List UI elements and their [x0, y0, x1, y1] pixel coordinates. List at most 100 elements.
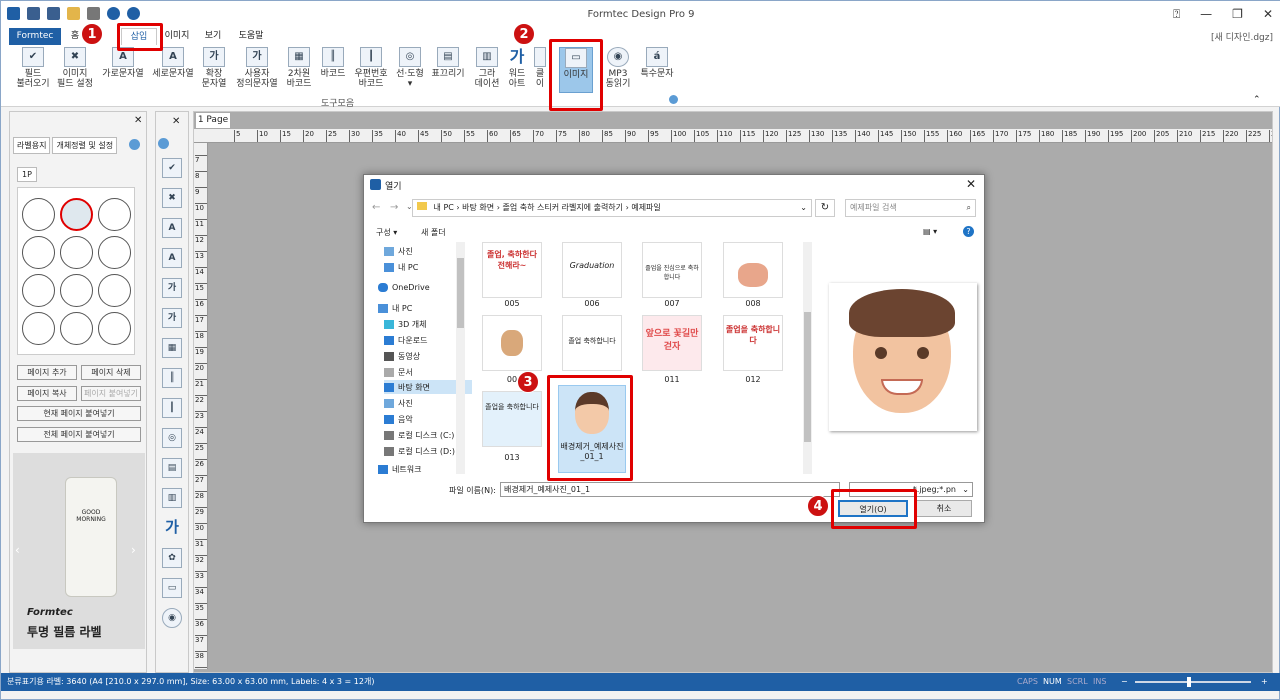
nav-item-onedrive[interactable]: OneDrive [378, 280, 466, 294]
file-thumb-006[interactable]: Graduation [562, 242, 622, 298]
panel-next-icon[interactable] [129, 139, 140, 150]
file-name-008[interactable]: 008 [723, 299, 783, 308]
dialog-close-icon[interactable]: ✕ [966, 177, 976, 191]
search-input[interactable]: 예제파일 검색 ⌕ [845, 199, 976, 217]
file-thumb-011[interactable]: 앞으로 꽃길만 걷자 [642, 315, 702, 371]
barcode-button[interactable]: ║ 바코드 [319, 47, 347, 79]
label-circle[interactable] [98, 274, 131, 307]
label-circle[interactable] [98, 312, 131, 345]
address-bar[interactable]: 내 PC › 바탕 화면 › 졸업 축하 스티커 라벨지에 출력하기 › 예제파… [412, 199, 812, 217]
file-list-scrollbar[interactable] [803, 242, 812, 474]
file-thumb-007[interactable]: 졸업을 진심으로 축하합니다 [642, 242, 702, 298]
file-name-005[interactable]: 005 [482, 299, 542, 308]
breadcrumb-desktop[interactable]: 바탕 화면 [462, 203, 494, 212]
toolbar-toggle-icon[interactable] [158, 138, 169, 149]
close-toolbar-icon[interactable]: ✕ [172, 116, 180, 127]
label-circle[interactable] [22, 274, 55, 307]
special-char-button[interactable]: á 특수문자 [639, 47, 675, 79]
custom-text-button[interactable]: 가 사용자 정의문자열 [235, 47, 279, 89]
nav-item-mypc[interactable]: 내 PC [378, 301, 466, 315]
table-tool-icon[interactable]: ▤ [162, 458, 182, 478]
label-circle[interactable] [98, 198, 131, 231]
label-circle[interactable] [22, 198, 55, 231]
qr-code-tool-icon[interactable]: ▦ [162, 338, 182, 358]
minimize-button[interactable]: — [1200, 7, 1212, 22]
zoom-in-icon[interactable]: + [1261, 673, 1268, 691]
gradation-tool-icon[interactable]: ▥ [162, 488, 182, 508]
collapse-ribbon-icon[interactable]: ⌃ [1253, 95, 1261, 105]
nav-scroll-thumb[interactable] [457, 258, 464, 328]
gradation-button[interactable]: ▥ 그라 데이션 [473, 47, 501, 89]
breadcrumb-current[interactable]: 예제파일 [631, 203, 660, 212]
label-circle[interactable] [60, 312, 93, 345]
field-tool-icon[interactable]: ✔ [162, 158, 182, 178]
zoom-thumb[interactable] [1187, 677, 1191, 687]
breadcrumb-mypc[interactable]: 내 PC [434, 203, 454, 212]
label-circle[interactable] [22, 312, 55, 345]
paste-page-button[interactable]: 페이지 붙여넣기 [81, 386, 141, 401]
image-tool-icon[interactable]: ▭ [162, 578, 182, 598]
postal-barcode-button[interactable]: ┃ 우편번호 바코드 [353, 47, 389, 89]
label-circle[interactable] [98, 236, 131, 269]
file-name-011[interactable]: 011 [642, 375, 702, 384]
restore-button[interactable]: ❐ [1232, 7, 1243, 22]
nav-item-network[interactable]: 네트워크 [378, 462, 466, 476]
copy-page-button[interactable]: 페이지 복사 [17, 386, 77, 401]
tab-view[interactable]: 보기 [201, 28, 225, 45]
label-circle[interactable] [60, 274, 93, 307]
postal-barcode-tool-icon[interactable]: ┃ [162, 398, 182, 418]
file-name-007[interactable]: 007 [642, 299, 702, 308]
group-expand-icon[interactable] [669, 95, 678, 104]
file-thumb-008[interactable] [723, 242, 783, 298]
zoom-out-icon[interactable]: − [1121, 673, 1128, 691]
file-thumb-009[interactable] [482, 315, 542, 371]
extended-text-tool-icon[interactable]: 가 [162, 278, 182, 298]
paste-all-pages-button[interactable]: 전체 페이지 붙여넣기 [17, 427, 141, 442]
add-page-button[interactable]: 페이지 추가 [17, 365, 77, 380]
vertical-text-button[interactable]: A 세로문자열 [151, 47, 195, 79]
vertical-text-tool-icon[interactable]: A [162, 248, 182, 268]
file-name-013[interactable]: 013 [482, 453, 542, 462]
nav-scrollbar[interactable] [456, 242, 465, 474]
page-thumb-tab[interactable]: 1P [17, 167, 37, 182]
file-name-006[interactable]: 006 [562, 299, 622, 308]
tab-image[interactable]: 이미지 [163, 28, 191, 45]
view-options-icon[interactable]: ▤ ▾ [923, 227, 937, 236]
help-icon[interactable]: ⍰ [1173, 7, 1180, 22]
mp3-tool-icon[interactable]: ◉ [162, 608, 182, 628]
page-tab[interactable]: 1 Page [195, 112, 231, 129]
tab-file[interactable]: Formtec [9, 28, 61, 45]
table-button[interactable]: ▤ 표끄리기 [431, 47, 465, 79]
address-dropdown-icon[interactable]: ⌄ [800, 200, 807, 216]
field-load-button[interactable]: ✔ 필드 불러오기 [15, 47, 51, 89]
label-circle-selected[interactable] [60, 198, 93, 231]
forward-icon[interactable]: → [390, 202, 398, 213]
file-thumb-013[interactable]: 졸업을 축하합니다 [482, 391, 542, 447]
shape-button[interactable]: ◎ 선·도형 ▾ [393, 47, 427, 89]
file-thumb-005[interactable]: 졸업, 축하한다 전해라~ [482, 242, 542, 298]
extended-text-button[interactable]: 가 확장 문자열 [199, 47, 229, 89]
clipart-button[interactable]: 클 이 [533, 47, 547, 89]
shape-tool-icon[interactable]: ◎ [162, 428, 182, 448]
file-name-012[interactable]: 012 [723, 375, 783, 384]
wordart-button[interactable]: 가 워드 아트 [505, 47, 529, 90]
label-circle[interactable] [22, 236, 55, 269]
tab-label-paper[interactable]: 라벨용지 [13, 137, 51, 154]
horizontal-text-button[interactable]: A 가로문자열 [101, 47, 145, 79]
cancel-button[interactable]: 취소 [916, 500, 972, 517]
back-icon[interactable]: ← [372, 202, 380, 213]
new-folder-button[interactable]: 새 폴더 [421, 227, 446, 238]
mp3-button[interactable]: ◉ MP3 동읽기 [603, 47, 633, 89]
image-field-button[interactable]: ✖ 이미지 필드 설정 [56, 47, 94, 89]
file-thumb-010[interactable]: 졸업 축하합니다 [562, 315, 622, 371]
ad-banner[interactable]: GOOD MORNING ‹ › Formtec 투명 필름 라벨 [13, 453, 145, 649]
qr-code-button[interactable]: ▦ 2차원 바코드 [285, 47, 313, 89]
horizontal-text-tool-icon[interactable]: A [162, 218, 182, 238]
close-panel-icon[interactable]: ✕ [134, 115, 142, 126]
organize-menu[interactable]: 구성 ▾ [376, 227, 397, 238]
help-icon[interactable]: ? [963, 226, 974, 237]
close-button[interactable]: ✕ [1263, 7, 1273, 22]
file-thumb-012[interactable]: 졸업을 축하합니다 [723, 315, 783, 371]
custom-text-tool-icon[interactable]: 가 [162, 308, 182, 328]
file-scroll-thumb[interactable] [804, 312, 811, 442]
